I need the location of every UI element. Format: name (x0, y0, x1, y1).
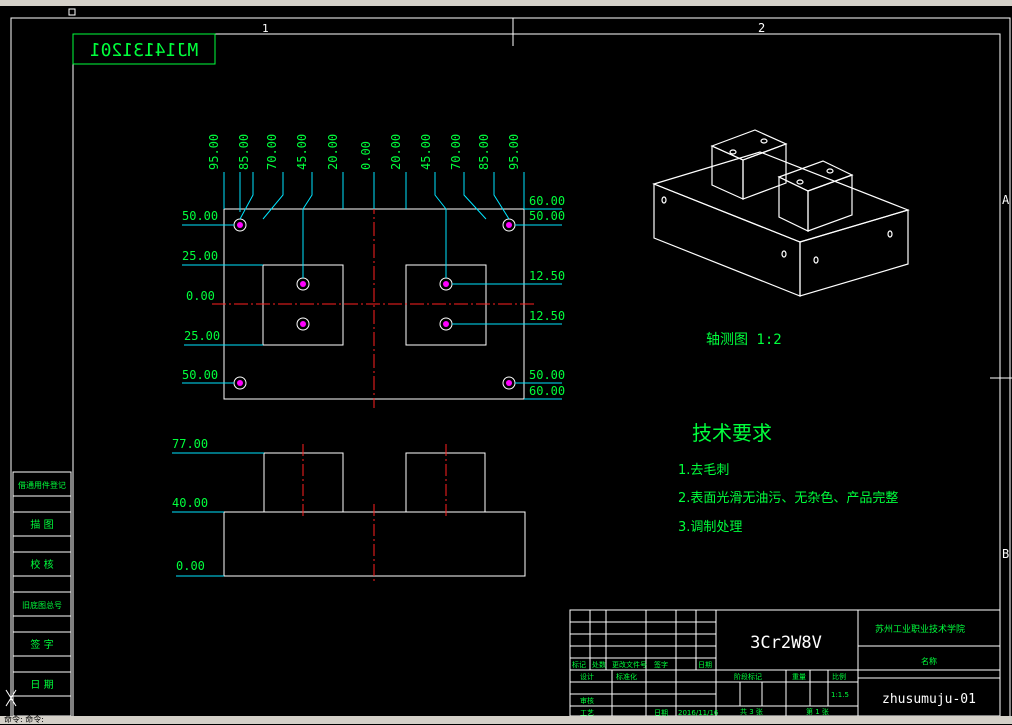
x-dim-label: 0.00 (359, 141, 373, 170)
material-label: 3Cr2W8V (750, 633, 822, 653)
y-dim-label: 0.00 (186, 289, 215, 303)
drawing-frame (10, 17, 1012, 719)
tb-sheet-no: 第 1 张 (806, 707, 829, 716)
tech-req-item: 2.表面光滑无油污、无杂色、产品完整 (678, 490, 898, 506)
tb-label: 审核 (580, 696, 594, 705)
y-dim-label: 77.00 (172, 437, 208, 451)
left-strip-label: 校 核 (30, 558, 53, 571)
y-dim-label: 0.00 (176, 559, 205, 573)
plan-x-dims: 95.00 85.00 70.00 45.00 20.00 0.00 20.00… (207, 134, 521, 170)
tech-req-title: 技术要求 (692, 421, 772, 445)
tech-req-item: 3.调制处理 (678, 520, 742, 535)
zone-marker-a: A (1002, 193, 1010, 207)
left-strip-label: 签 字 (30, 638, 53, 651)
x-dim-label: 95.00 (507, 134, 521, 170)
tb-label: 签字 (654, 660, 668, 669)
drawing-name: zhusumuju-01 (882, 692, 976, 707)
y-dim-label: 50.00 (182, 368, 218, 382)
grip-square[interactable] (68, 8, 76, 16)
isometric-label: 轴测图 1:2 (706, 332, 782, 348)
y-dim-label: 25.00 (182, 249, 218, 263)
zone-marker-1: 1 (262, 22, 269, 35)
name-label: 名称 (921, 656, 937, 666)
y-dim-label: 12.50 (529, 269, 565, 283)
y-dim-label: 60.00 (529, 194, 565, 208)
x-dim-label: 85.00 (477, 134, 491, 170)
plan-left-y-dims: 50.00 25.00 0.00 25.00 50.00 (182, 209, 220, 382)
isometric-view (652, 129, 910, 297)
left-strip: 借通用件登记 描 图 校 核 旧底图总号 签 字 日 期 (12, 471, 72, 717)
x-dim-label: 45.00 (295, 134, 309, 170)
tb-label: 标准化 (616, 672, 637, 681)
x-dim-label: 70.00 (265, 134, 279, 170)
tb-label: 设计 (580, 672, 594, 681)
plan-view (182, 172, 562, 408)
left-strip-label: 旧底图总号 (22, 600, 62, 610)
x-dim-label: 70.00 (449, 134, 463, 170)
tb-scale: 1:1.5 (831, 691, 849, 699)
drawing-number: MJ14131201 (90, 40, 198, 61)
x-dim-label: 95.00 (207, 134, 221, 170)
left-strip-label: 日 期 (30, 679, 53, 691)
tb-label: 处数 (592, 660, 606, 669)
front-view (172, 444, 526, 584)
title-block: 3Cr2W8V 苏州工业职业技术学院 名称 zhusumuju-01 标记 处数… (569, 609, 1001, 717)
y-dim-label: 12.50 (529, 309, 565, 323)
tb-label: 标记 (572, 660, 586, 669)
tech-req-item: 1.去毛刺 (678, 463, 729, 478)
x-dim-label: 45.00 (419, 134, 433, 170)
left-strip-label: 借通用件登记 (18, 480, 66, 490)
x-dim-label: 20.00 (326, 134, 340, 170)
x-dim-label: 20.00 (389, 134, 403, 170)
tb-label: 日期 (698, 661, 712, 669)
front-y-dims: 77.00 40.00 0.00 (172, 437, 208, 573)
y-dim-label: 60.00 (529, 384, 565, 398)
zone-marker-b: B (1002, 547, 1009, 561)
status-bar (0, 716, 1012, 724)
tb-sheets-total: 共 3 张 (740, 707, 763, 716)
school-name: 苏州工业职业技术学院 (875, 623, 965, 635)
y-dim-label: 25.00 (184, 329, 220, 343)
y-dim-label: 50.00 (182, 209, 218, 223)
x-dim-label: 85.00 (237, 134, 251, 170)
tb-label: 阶段标记 (734, 672, 762, 681)
y-dim-label: 50.00 (529, 209, 565, 223)
command-line[interactable]: 命令: 命令: (4, 714, 44, 725)
y-dim-label: 50.00 (529, 368, 565, 382)
tb-label: 重量 (792, 673, 806, 681)
tb-label: 比例 (832, 672, 846, 681)
drawing-canvas[interactable]: 1 2 A B MJ14131201 95.00 85.00 70.00 45.… (0, 0, 1012, 724)
technical-requirements: 技术要求 1.去毛刺 2.表面光滑无油污、无杂色、产品完整 3.调制处理 (678, 421, 898, 535)
tb-label: 更改文件号 (612, 660, 647, 669)
zone-marker-2: 2 (758, 21, 765, 35)
left-strip-label: 描 图 (30, 518, 53, 531)
y-dim-label: 40.00 (172, 496, 208, 510)
